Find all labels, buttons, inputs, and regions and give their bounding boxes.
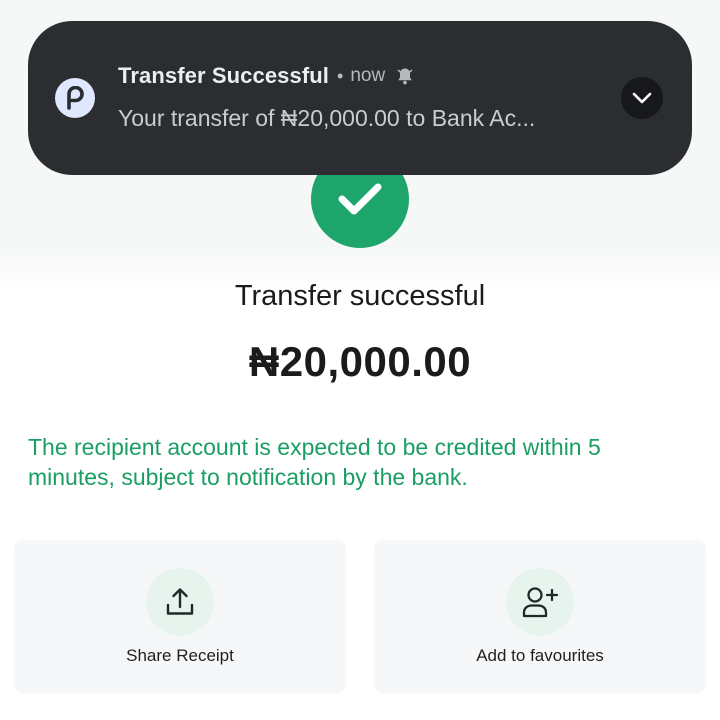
share-upload-icon — [146, 568, 214, 636]
chevron-down-icon[interactable] — [621, 77, 663, 119]
checkmark-icon — [338, 183, 382, 215]
add-to-favourites-label: Add to favourites — [476, 646, 604, 665]
notification-body: Your transfer of ₦20,000.00 to Bank Ac..… — [118, 105, 536, 131]
add-user-icon — [506, 568, 574, 636]
notification-title: Transfer Successful — [118, 63, 329, 88]
app-logo-icon — [55, 78, 95, 118]
share-receipt-label: Share Receipt — [126, 646, 234, 665]
notification-separator: • — [337, 65, 344, 86]
bell-muted-icon — [395, 66, 415, 86]
push-notification[interactable]: Transfer Successful • now Your transfer … — [28, 21, 692, 175]
transfer-amount: ₦20,000.00 — [248, 338, 472, 385]
transfer-success-screen: Transfer Successful • now Your transfer … — [0, 0, 720, 720]
add-to-favourites-button[interactable]: Add to favourites — [374, 540, 706, 693]
credit-notice: The recipient account is expected to be … — [28, 434, 601, 490]
notification-header: Transfer Successful • now — [118, 63, 415, 89]
status-title: Transfer successful — [234, 280, 486, 312]
share-receipt-button[interactable]: Share Receipt — [14, 540, 346, 693]
notification-time: now — [350, 65, 386, 86]
